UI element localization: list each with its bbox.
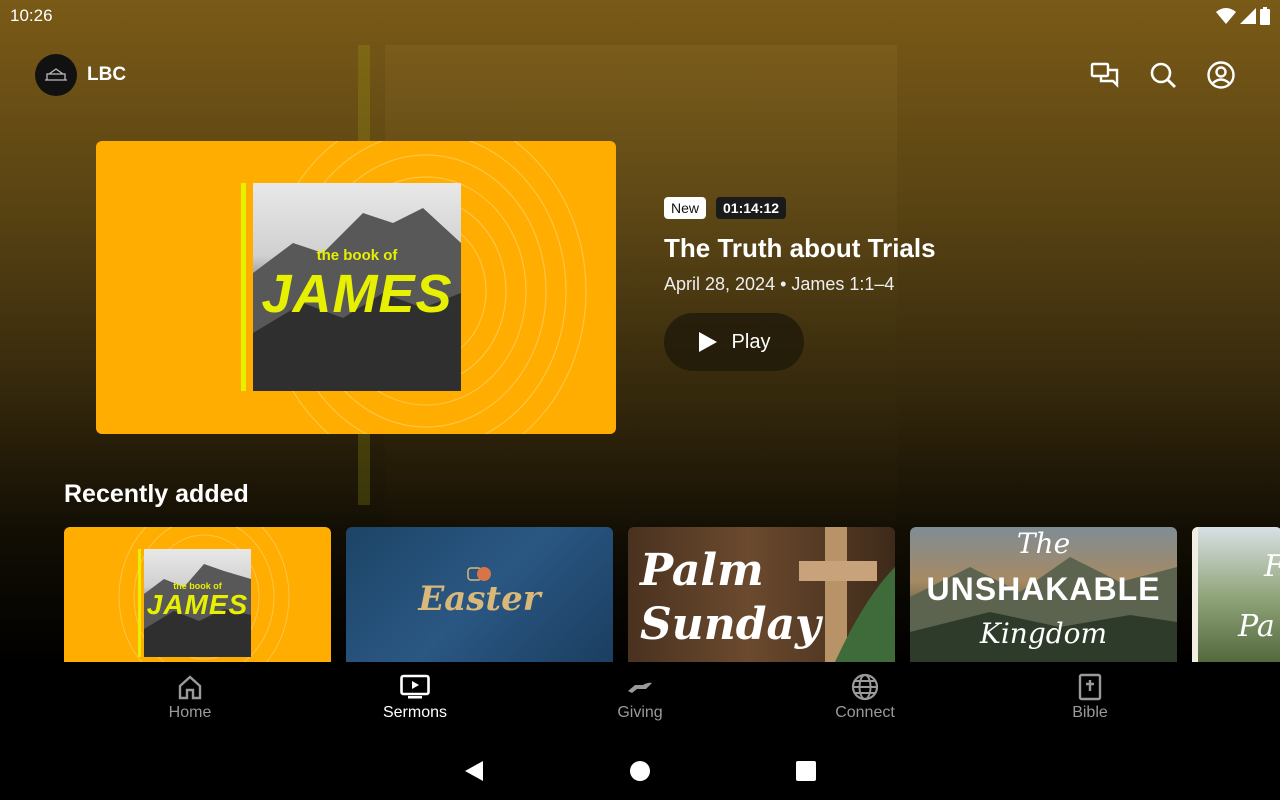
recents-icon[interactable] <box>788 753 824 789</box>
duration-badge: 01:14:12 <box>716 197 787 219</box>
book-cover: the book of JAMES <box>144 549 251 657</box>
nav-label-sermons: Sermons <box>382 704 448 721</box>
nav-item-connect[interactable]: Connect <box>753 662 978 742</box>
giving-icon <box>625 672 655 702</box>
nav-label-giving: Giving <box>617 704 663 721</box>
cover-subtitle: the book of <box>316 247 398 264</box>
section-title-recently-added: Recently added <box>64 480 249 508</box>
new-badge: New <box>664 197 707 219</box>
play-label: Play <box>731 330 771 353</box>
system-navigation <box>0 742 1280 800</box>
brand-name: LBC <box>87 64 127 85</box>
nav-item-giving[interactable]: Giving <box>528 662 753 742</box>
play-button[interactable]: Play <box>664 313 804 371</box>
card-title-line2: Sunday <box>640 599 821 650</box>
church-logo <box>35 54 77 96</box>
card-title: Easter <box>418 579 541 619</box>
sermon-title: The Truth about Trials <box>664 233 936 263</box>
card-title-line1: F <box>1264 549 1280 584</box>
card-border <box>1192 527 1198 662</box>
search-icon[interactable] <box>1145 57 1181 93</box>
wifi-icon <box>1216 8 1236 24</box>
palm-leaf-icon <box>835 567 895 662</box>
card-title-line3: Kingdom <box>979 617 1108 650</box>
book-cover: the book of JAMES <box>253 183 461 391</box>
nav-item-home[interactable]: Home <box>78 662 303 742</box>
play-icon <box>698 332 717 352</box>
brand[interactable]: LBC <box>35 54 126 96</box>
series-card-james[interactable]: the book of JAMES <box>64 527 331 662</box>
cellular-icon <box>1240 8 1256 24</box>
sermon-meta: April 28, 2024 • James 1:1–4 <box>664 274 895 294</box>
account-icon[interactable] <box>1203 57 1239 93</box>
badges: New 01:14:12 <box>664 197 1224 219</box>
cover-title: JAMES <box>261 264 453 324</box>
series-card-easter[interactable]: Easter <box>346 527 613 662</box>
top-actions <box>1087 57 1239 93</box>
home-icon <box>175 672 205 702</box>
accent-bar <box>241 183 246 391</box>
top-app-bar: LBC <box>35 53 1245 97</box>
globe-icon <box>850 672 880 702</box>
status-icons <box>1216 7 1270 25</box>
series-card-palm-sunday[interactable]: Palm Sunday <box>628 527 895 662</box>
tv-icon <box>400 672 430 702</box>
recently-added-rail: the book of JAMES Easter Palm Sunday The… <box>64 527 1280 662</box>
card-title: JAMES <box>146 589 249 620</box>
home-circle-icon[interactable] <box>622 753 658 789</box>
card-title-line2: UNSHAKABLE <box>926 571 1161 607</box>
nav-label-connect: Connect <box>835 704 895 721</box>
nav-item-bible[interactable]: Bible <box>978 662 1203 742</box>
series-card-unshakable-kingdom[interactable]: The UNSHAKABLE Kingdom <box>910 527 1177 662</box>
series-card-partial[interactable]: F Pa <box>1192 527 1280 662</box>
status-time: 10:26 <box>10 6 53 25</box>
card-title-line1: Palm <box>640 545 764 596</box>
back-icon[interactable] <box>456 753 492 789</box>
status-bar: 10:26 <box>0 0 1280 32</box>
accent-bar <box>138 549 141 657</box>
nav-label-home: Home <box>168 704 212 721</box>
battery-icon <box>1260 7 1270 25</box>
bottom-navigation: Home Sermons Giving Connect Bible <box>0 662 1280 742</box>
featured-sermon-artwork[interactable]: the book of JAMES <box>96 141 616 434</box>
nav-item-sermons[interactable]: Sermons <box>303 662 528 742</box>
bible-icon <box>1075 672 1105 702</box>
card-title-line1: The <box>1016 527 1071 560</box>
chat-icon[interactable] <box>1087 57 1123 93</box>
card-title-line2: Pa <box>1238 609 1275 644</box>
nav-label-bible: Bible <box>1072 704 1108 721</box>
featured-sermon-info: New 01:14:12 The Truth about Trials Apri… <box>664 197 1224 371</box>
